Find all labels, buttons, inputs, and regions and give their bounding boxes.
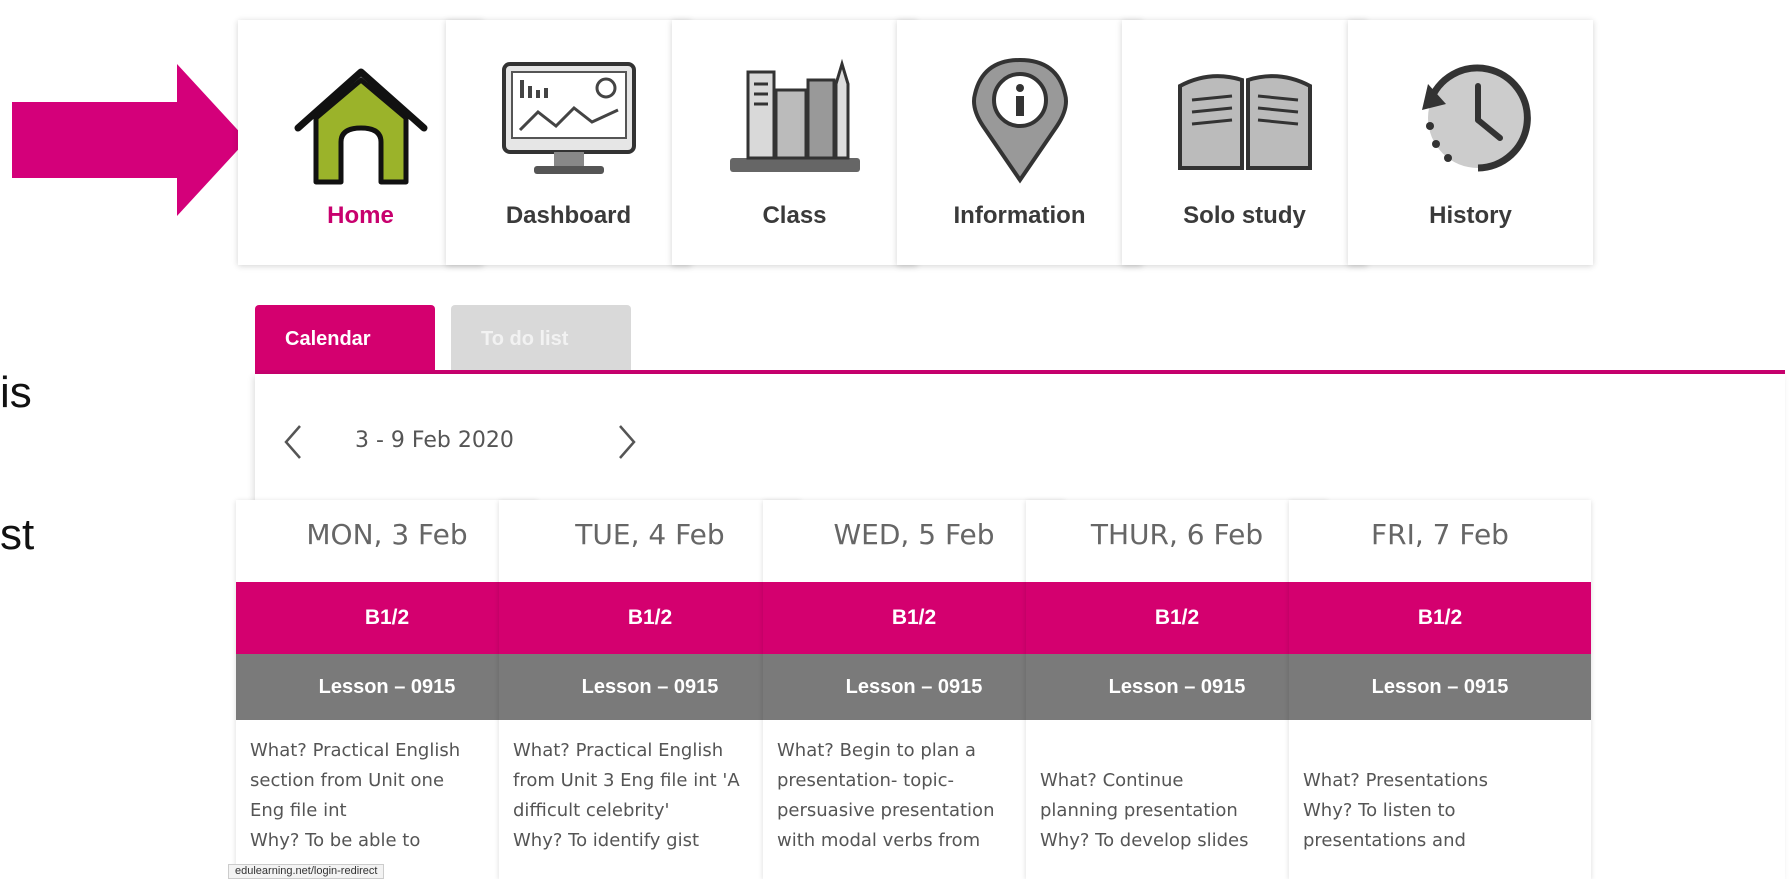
nav-tile-dashboard[interactable]: Dashboard <box>446 20 691 265</box>
day-heading: FRI, 7 Feb <box>1371 518 1509 551</box>
class-badge[interactable]: B1/2 <box>1289 582 1591 654</box>
class-badge[interactable]: B1/2 <box>1026 582 1328 654</box>
lesson-description: What? Begin to plan a presentation- topi… <box>777 740 995 851</box>
nav-tile-information[interactable]: Information <box>897 20 1142 265</box>
nav-tile-class[interactable]: Class <box>672 20 917 265</box>
day-column-thu: THUR, 6 Feb B1/2 Lesson – 0915 What? Con… <box>1026 500 1328 879</box>
history-clock-icon <box>1421 64 1531 172</box>
home-icon <box>294 68 427 185</box>
day-column-fri: FRI, 7 Feb B1/2 Lesson – 0915 What? Pres… <box>1289 500 1591 879</box>
day-heading: THUR, 6 Feb <box>1090 518 1264 551</box>
day-column-mon: MON, 3 Feb B1/2 Lesson – 0915 What? Prac… <box>236 500 538 879</box>
nav-tile-label: History <box>1429 202 1512 229</box>
lesson-bar[interactable]: Lesson – 0915 <box>1026 654 1328 720</box>
nav-tile-history[interactable]: History <box>1348 20 1593 265</box>
slide-text-fragment: is <box>0 368 32 417</box>
open-book-icon <box>1177 74 1312 170</box>
books-icon <box>729 58 860 172</box>
status-bar-url: edulearning.net/login-redirect <box>228 864 385 879</box>
tab-calendar[interactable]: Calendar <box>255 305 435 373</box>
slide-text-fragment: st <box>0 510 35 559</box>
lesson-bar[interactable]: Lesson – 0915 <box>763 654 1065 720</box>
nav-tile-label: Class <box>762 202 827 229</box>
info-pin-icon <box>971 57 1068 184</box>
tab-to-do-list[interactable]: To do list <box>451 305 631 373</box>
chevron-right-icon[interactable] <box>612 420 642 464</box>
day-column-wed: WED, 5 Feb B1/2 Lesson – 0915 What? Begi… <box>763 500 1065 879</box>
day-heading: MON, 3 Feb <box>306 518 468 551</box>
lesson-bar[interactable]: Lesson – 0915 <box>236 654 538 720</box>
lesson-bar[interactable]: Lesson – 0915 <box>499 654 801 720</box>
lesson-description: What? Continue planning presentation Why… <box>1040 770 1249 851</box>
lesson-description: What? Practical English from Unit 3 Eng … <box>513 740 740 851</box>
class-badge[interactable]: B1/2 <box>236 582 538 654</box>
day-column-tue: TUE, 4 Feb B1/2 Lesson – 0915 What? Prac… <box>499 500 801 879</box>
class-badge[interactable]: B1/2 <box>763 582 1065 654</box>
nav-tile-solo-study[interactable]: Solo study <box>1122 20 1367 265</box>
lesson-description: What? Practical English section from Uni… <box>250 740 461 851</box>
nav-tile-label: Information <box>953 202 1086 229</box>
day-heading: WED, 5 Feb <box>833 518 995 551</box>
lesson-description: What? Presentations Why? To listen to pr… <box>1303 770 1488 851</box>
nav-tile-label: Solo study <box>1183 202 1306 229</box>
chevron-left-icon[interactable] <box>278 420 308 464</box>
dashboard-monitor-icon <box>501 62 636 174</box>
lesson-bar[interactable]: Lesson – 0915 <box>1289 654 1591 720</box>
day-heading: TUE, 4 Feb <box>575 518 725 551</box>
nav-tile-label: Dashboard <box>505 202 632 229</box>
main-nav-tiles: Home Dashboard Class Information Solo st… <box>238 20 1790 265</box>
week-range-label: 3 - 9 Feb 2020 <box>355 428 514 453</box>
class-badge[interactable]: B1/2 <box>499 582 801 654</box>
